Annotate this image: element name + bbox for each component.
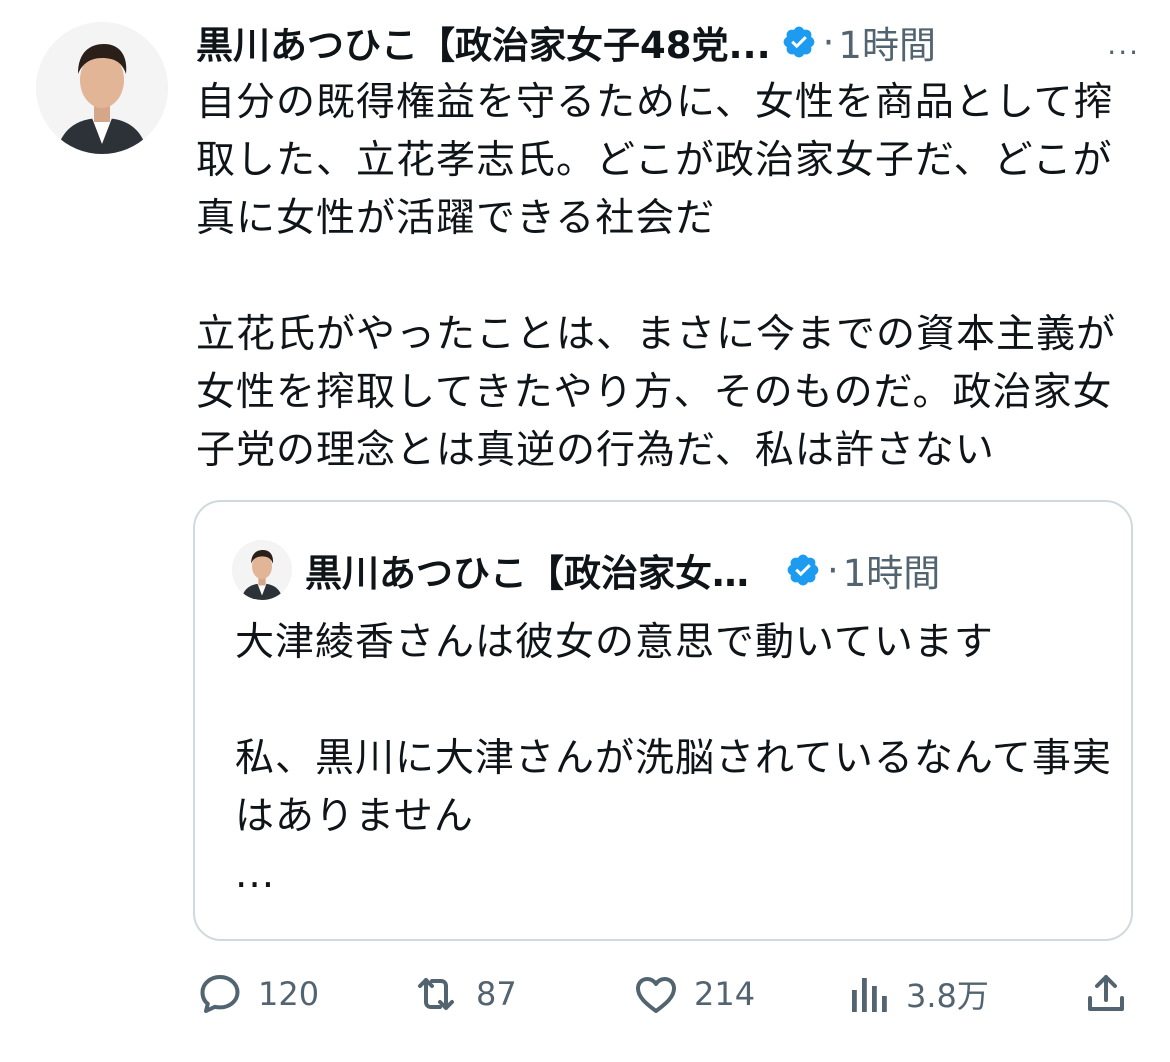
verified-badge-icon (785, 552, 821, 588)
quoted-author-name: 黒川あつひこ【政治家女子4... (305, 552, 775, 595)
like-icon (636, 977, 676, 1013)
quoted-post-time: 1時間 (842, 552, 941, 595)
quoted-post-header: 黒川あつひこ【政治家女子4... · 1時間 (305, 542, 1091, 598)
repost-count: 87 (476, 975, 517, 1013)
reply-button[interactable]: 120 (196, 962, 319, 1026)
quoted-post[interactable]: 黒川あつひこ【政治家女子4... · 1時間 大津綾香さんは彼女の意思で動いてい… (193, 500, 1133, 941)
reply-count: 120 (258, 975, 320, 1013)
header-separator: · (822, 20, 835, 64)
post-header: 黒川あつひこ【政治家女子48党... · 1時間 (196, 14, 1142, 70)
quoted-header-separator: · (827, 548, 839, 592)
views-count: 3.8万 (906, 977, 989, 1015)
author-name[interactable]: 黒川あつひこ【政治家女子48党... (196, 15, 771, 69)
views-icon (852, 978, 887, 1012)
verified-badge-icon (781, 24, 817, 60)
author-avatar[interactable] (36, 22, 168, 154)
share-icon (1088, 975, 1124, 1011)
like-count: 214 (694, 975, 756, 1013)
quoted-author-avatar (232, 540, 292, 600)
like-button[interactable]: 214 (632, 962, 755, 1026)
repost-button[interactable]: 87 (410, 962, 517, 1026)
action-bar: 120 87 214 3.8万 (196, 962, 1136, 1026)
post-text: 自分の既得権益を守るために、女性を商品として搾取した、立花孝志氏。どこが政治家女… (196, 80, 1117, 473)
views-button[interactable]: 3.8万 (848, 962, 989, 1026)
share-button[interactable] (1082, 962, 1130, 1026)
repost-icon (418, 978, 454, 1010)
more-icon[interactable]: ··· (1107, 36, 1140, 69)
quoted-post-text: 大津綾香さんは彼女の意思で動いています 私、黒川に大津さんが洗脳されているなんて… (235, 620, 1112, 897)
post-time[interactable]: 1時間 (838, 15, 936, 69)
reply-icon (200, 975, 240, 1013)
